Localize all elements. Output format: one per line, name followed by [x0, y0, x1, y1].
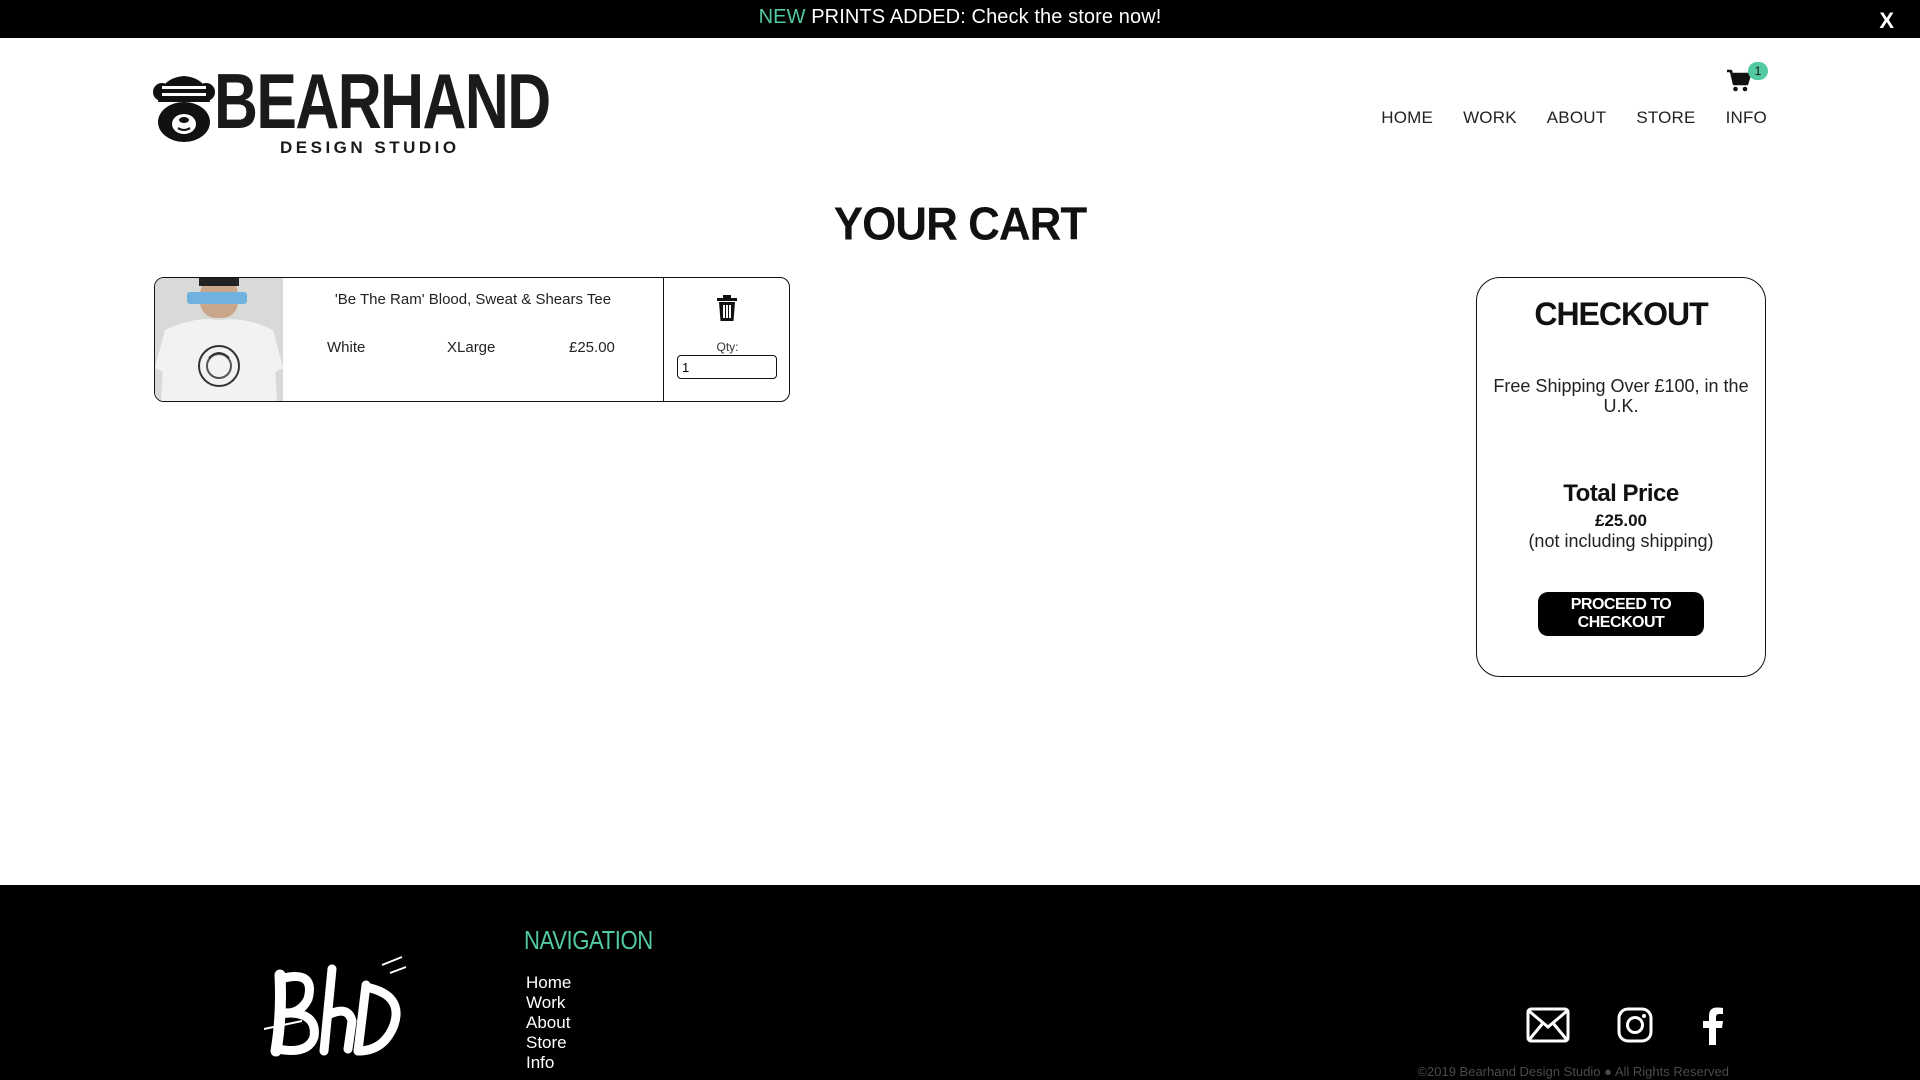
- bear-logo-icon: [153, 76, 215, 142]
- cart-count-badge: 1: [1748, 62, 1768, 80]
- announcement-message: PRINTS ADDED: Check the store now!: [805, 6, 1162, 28]
- footer-nav-title: NAVIGATION: [524, 925, 653, 955]
- page-title: YOUR CART: [833, 198, 1088, 251]
- footer-link-about[interactable]: About: [526, 1013, 571, 1033]
- item-name[interactable]: 'Be The Ram' Blood, Sweat & Shears Tee: [283, 291, 663, 308]
- tshirt-model-image: [155, 278, 283, 401]
- item-actions: Qty:: [663, 278, 789, 401]
- checkout-panel: CHECKOUT Free Shipping Over £100, in the…: [1476, 277, 1766, 677]
- logo-wordmark: BEARHAND: [214, 57, 551, 145]
- item-color: White: [327, 339, 366, 356]
- main-nav: HOME WORK ABOUT STORE INFO: [1381, 108, 1767, 128]
- item-size: XLarge: [447, 339, 496, 356]
- item-details: 'Be The Ram' Blood, Sweat & Shears Tee W…: [283, 278, 663, 401]
- facebook-icon[interactable]: [1701, 1007, 1725, 1045]
- quantity-input[interactable]: [677, 355, 777, 379]
- announcement-bar: NEW PRINTS ADDED: Check the store now! X: [0, 0, 1920, 38]
- nav-about[interactable]: ABOUT: [1547, 108, 1607, 128]
- footer-link-home[interactable]: Home: [526, 973, 571, 993]
- bhd-monogram-icon[interactable]: [262, 955, 408, 1063]
- quantity-label: Qty:: [716, 340, 739, 354]
- total-price-value: £25.00: [1595, 511, 1647, 530]
- logo-subtitle: DESIGN STUDIO: [280, 138, 460, 157]
- announcement-text[interactable]: NEW PRINTS ADDED: Check the store now!: [0, 6, 1920, 29]
- announcement-close-button[interactable]: X: [1879, 8, 1894, 34]
- total-price-note: (not including shipping): [1528, 531, 1714, 551]
- footer-link-info[interactable]: Info: [526, 1053, 571, 1073]
- site-logo[interactable]: BEARHAND DESIGN STUDIO: [152, 62, 551, 160]
- nav-store[interactable]: STORE: [1636, 108, 1695, 128]
- product-thumbnail[interactable]: [155, 278, 283, 401]
- nav-home[interactable]: HOME: [1381, 108, 1433, 128]
- announcement-highlight: NEW: [758, 6, 806, 28]
- nav-info[interactable]: INFO: [1726, 108, 1767, 128]
- copyright-text: ©2019 Bearhand Design Studio ● All Right…: [1417, 1064, 1729, 1079]
- total-price-label: Total Price: [1563, 480, 1679, 507]
- cart-item: 'Be The Ram' Blood, Sweat & Shears Tee W…: [154, 277, 790, 402]
- trash-icon[interactable]: [714, 294, 740, 322]
- footer-link-store[interactable]: Store: [526, 1033, 571, 1053]
- proceed-to-checkout-button[interactable]: PROCEED TO CHECKOUT: [1538, 592, 1704, 636]
- instagram-icon[interactable]: [1617, 1007, 1653, 1043]
- footer-nav-links: Home Work About Store Info: [526, 973, 571, 1073]
- email-icon[interactable]: [1526, 1007, 1570, 1043]
- item-price: £25.00: [569, 339, 615, 356]
- footer-link-work[interactable]: Work: [526, 993, 571, 1013]
- header-cart-button[interactable]: 1: [1726, 62, 1770, 94]
- checkout-title: CHECKOUT: [1534, 296, 1708, 332]
- shipping-note: Free Shipping Over £100, in the U.K.: [1493, 376, 1749, 416]
- site-footer: NAVIGATION Home Work About Store Info ©2…: [0, 885, 1920, 1080]
- nav-work[interactable]: WORK: [1463, 108, 1517, 128]
